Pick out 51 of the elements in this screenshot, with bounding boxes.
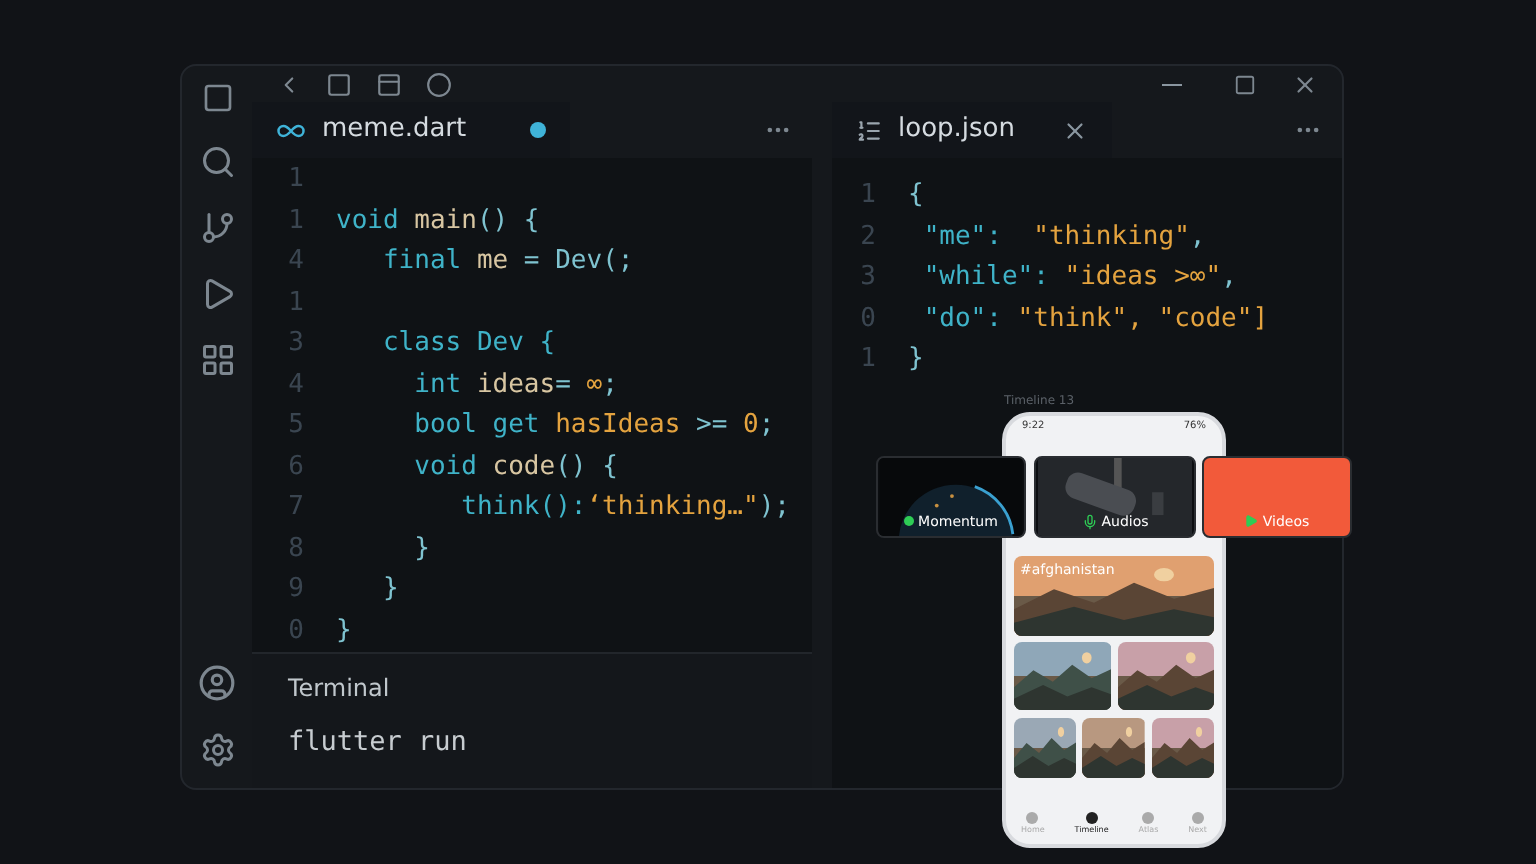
code-line: think():‘thinking…"); xyxy=(459,490,790,526)
line-number: 4 xyxy=(286,367,306,403)
code-line: final me = Dev(; xyxy=(380,244,634,280)
code-line: bool get hasIdeas >= 0; xyxy=(412,408,775,444)
line-number: 5 xyxy=(286,408,306,444)
line-number: 8 xyxy=(286,531,306,567)
branch-icon[interactable] xyxy=(199,210,235,246)
close-icon[interactable] xyxy=(1062,117,1089,143)
line-number: 1 xyxy=(286,162,306,198)
extensions-icon[interactable] xyxy=(199,342,235,378)
tab-label[interactable]: meme.dart xyxy=(322,110,467,150)
code-line: } xyxy=(908,342,924,378)
circle-icon[interactable] xyxy=(426,71,452,97)
line-number: 1 xyxy=(858,178,878,214)
code-line: } xyxy=(336,613,352,649)
line-number: 0 xyxy=(858,301,878,337)
code-line: { xyxy=(908,178,924,214)
terminal-title: Terminal xyxy=(288,672,392,706)
minimize-icon[interactable] xyxy=(1162,83,1182,85)
line-number: 1 xyxy=(286,203,306,239)
line-number: 7 xyxy=(286,490,306,526)
play-icon xyxy=(1244,514,1259,529)
line-number: 6 xyxy=(286,449,306,485)
list-icon xyxy=(856,117,882,143)
microphone-icon xyxy=(1081,513,1098,530)
panel-icon[interactable] xyxy=(326,71,352,97)
close-window-icon[interactable] xyxy=(1292,71,1318,97)
code-line: class Dev { xyxy=(380,326,556,362)
code-line: void main() { xyxy=(336,203,540,239)
line-number: 9 xyxy=(286,572,306,608)
line-number: 3 xyxy=(858,260,878,296)
terminal-command: flutter run xyxy=(288,724,469,762)
line-number: 0 xyxy=(286,613,306,649)
code-line: void code() { xyxy=(412,449,618,485)
layout-icon[interactable] xyxy=(376,71,402,97)
code-line: } xyxy=(412,531,430,567)
code-line: "me": "thinking", xyxy=(921,219,1206,255)
search-icon[interactable] xyxy=(199,144,235,180)
settings-icon[interactable] xyxy=(199,732,235,768)
account-icon[interactable] xyxy=(198,664,236,702)
code-line: } xyxy=(380,572,399,608)
line-number: 3 xyxy=(286,326,306,362)
line-number: 4 xyxy=(286,244,306,280)
code-line: "while": "ideas >∞", xyxy=(921,260,1237,296)
maximize-icon[interactable] xyxy=(1234,73,1256,95)
tab-label[interactable]: loop.json xyxy=(898,110,1015,150)
line-number: 1 xyxy=(286,285,306,321)
line-number: 1 xyxy=(858,342,878,378)
line-number: 2 xyxy=(858,219,878,255)
code-line: int ideas= ∞; xyxy=(412,367,618,403)
code-line: "do": "think", "code"] xyxy=(921,301,1269,337)
